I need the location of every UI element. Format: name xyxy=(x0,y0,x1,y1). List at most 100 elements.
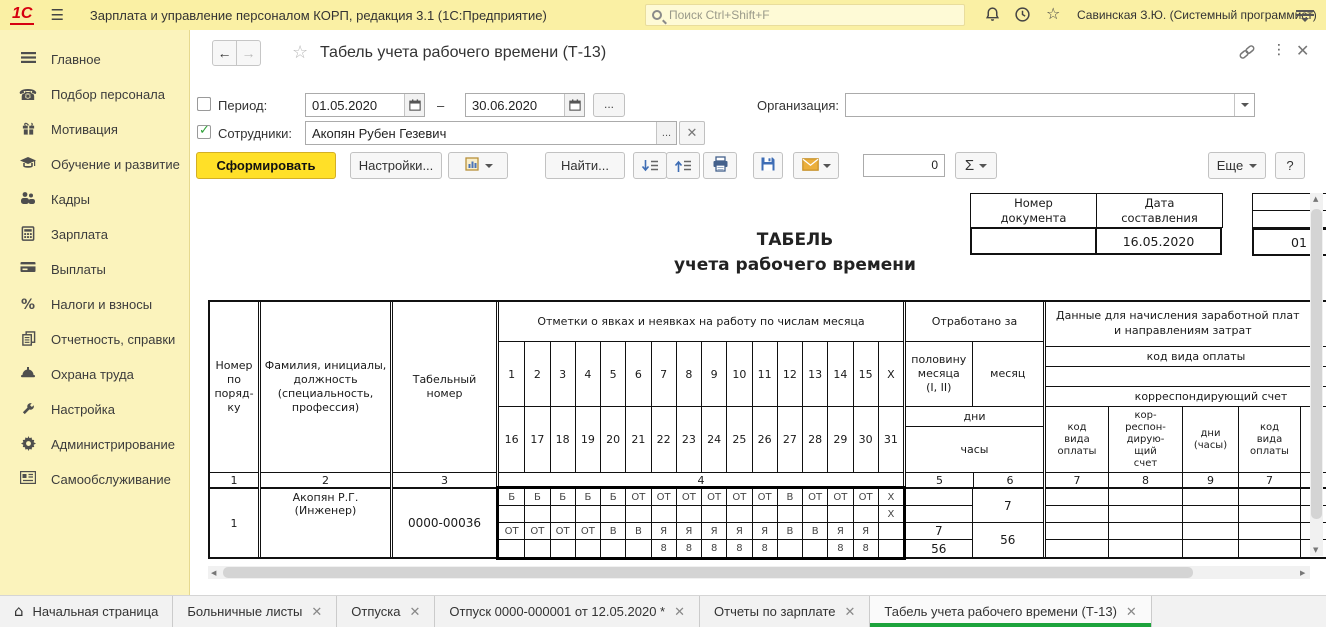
hours-cell[interactable]: 8 xyxy=(726,540,751,557)
column-index-cell[interactable]: 2 xyxy=(261,473,390,487)
chevron-down-icon[interactable] xyxy=(1234,94,1254,116)
sidebar-item-labor-safety[interactable]: Охрана труда xyxy=(0,357,189,392)
autosum-field[interactable]: 0 xyxy=(863,154,945,177)
tab-close-icon[interactable]: ✕ xyxy=(311,604,322,620)
attendance-mark-cell[interactable]: ОТ xyxy=(676,489,701,505)
attendance-mark-cell[interactable]: Б xyxy=(524,489,549,505)
calendar-icon[interactable] xyxy=(564,94,584,116)
day-number-cell[interactable]: 1 xyxy=(499,342,524,406)
generate-button[interactable]: Сформировать xyxy=(196,152,336,179)
hours-cell[interactable] xyxy=(575,540,600,557)
employees-value[interactable]: Акопян Рубен Гезевич xyxy=(306,126,656,141)
pay-data-cell[interactable] xyxy=(1183,489,1238,506)
doc-date-value-cell[interactable]: 16.05.2020 xyxy=(1095,227,1222,255)
hours-cell[interactable] xyxy=(827,506,852,522)
doc-number-header-cell[interactable]: Номер документа xyxy=(970,193,1097,228)
organization-checkbox[interactable] xyxy=(197,97,211,111)
worked-month-header-cell[interactable]: месяц xyxy=(972,342,1043,406)
day-number-cell[interactable]: 2 xyxy=(524,342,549,406)
help-button[interactable]: ? xyxy=(1275,152,1305,179)
pay-data-cell[interactable] xyxy=(1046,506,1108,523)
hours-cell[interactable] xyxy=(524,540,549,557)
tab-home[interactable]: ⌂ Начальная страница xyxy=(0,596,173,627)
favorites-star-icon[interactable]: ☆ xyxy=(1046,4,1064,22)
pay-account-label-cell[interactable]: корреспондирующий счет xyxy=(1046,387,1326,407)
days-label-cell[interactable]: дни xyxy=(906,407,1043,427)
attendance-mark-cell[interactable]: Я xyxy=(827,523,852,539)
employees-more-button[interactable]: ... xyxy=(656,122,676,144)
attendance-mark-cell[interactable]: ОТ xyxy=(726,489,751,505)
pay-blank-cell[interactable] xyxy=(1046,367,1326,387)
hours-cell[interactable] xyxy=(524,506,549,522)
attendance-mark-cell[interactable]: ОТ xyxy=(575,523,600,539)
half1-hours-cell[interactable] xyxy=(906,506,972,523)
hours-cell[interactable] xyxy=(726,506,751,522)
autosum-button[interactable]: Σ xyxy=(955,152,997,179)
day-number-cell[interactable]: 12 xyxy=(777,342,802,406)
tab-close-icon[interactable]: ✕ xyxy=(674,604,685,620)
half2-days-cell[interactable]: 7 xyxy=(906,523,972,540)
col1-header-cell[interactable]: Номер по поряд- ку xyxy=(210,302,258,472)
kebab-menu-icon[interactable]: ⋮ xyxy=(1272,42,1286,58)
day-number-cell[interactable]: 29 xyxy=(827,407,852,472)
column-index-cell[interactable]: 6 xyxy=(973,473,1046,487)
employees-checkbox[interactable] xyxy=(197,125,211,139)
day-number-cell[interactable]: 22 xyxy=(651,407,676,472)
personnel-number-cell[interactable]: 0000-00036 xyxy=(393,489,496,557)
attendance-mark-cell[interactable]: Я xyxy=(651,523,676,539)
col3-header-cell[interactable]: Табельный номер xyxy=(393,302,496,472)
hours-cell[interactable] xyxy=(878,540,903,557)
row-number-cell[interactable]: 1 xyxy=(210,489,258,557)
hours-cell[interactable]: X xyxy=(878,506,903,522)
tab-close-icon[interactable]: ✕ xyxy=(1126,604,1137,620)
attendance-mark-cell[interactable]: ОТ xyxy=(651,489,676,505)
attendance-mark-cell[interactable]: Я xyxy=(752,523,777,539)
pay-data-cell[interactable] xyxy=(1239,540,1300,557)
attendance-mark-cell[interactable]: Б xyxy=(575,489,600,505)
hours-cell[interactable]: 8 xyxy=(651,540,676,557)
sidebar-item-motivation[interactable]: Мотивация xyxy=(0,112,189,147)
day-number-cell[interactable]: 31 xyxy=(878,407,903,472)
attendance-mark-cell[interactable]: ОТ xyxy=(701,489,726,505)
col2-header-cell[interactable]: Фамилия, инициалы, должность (специально… xyxy=(261,302,390,472)
sidebar-item-payments[interactable]: Выплаты xyxy=(0,252,189,287)
month-hours-cell[interactable]: 56 xyxy=(973,523,1043,557)
history-icon[interactable] xyxy=(1014,6,1032,24)
doc-date-header-cell[interactable]: Дата составления xyxy=(1096,193,1223,228)
settings-button[interactable]: Настройки... xyxy=(350,152,442,179)
scroll-left-icon[interactable]: ◀ xyxy=(211,569,216,577)
sidebar-item-taxes[interactable]: % Налоги и взносы xyxy=(0,287,189,322)
attendance-mark-cell[interactable]: В xyxy=(802,523,827,539)
link-icon[interactable] xyxy=(1238,44,1256,65)
day-number-cell[interactable]: 13 xyxy=(802,342,827,406)
half2-hours-cell[interactable]: 56 xyxy=(906,540,972,557)
hours-cell[interactable] xyxy=(625,540,650,557)
attendance-mark-cell[interactable]: Я xyxy=(726,523,751,539)
notifications-bell-icon[interactable] xyxy=(984,6,1002,24)
tab-close-icon[interactable]: ✕ xyxy=(845,604,856,620)
attendance-mark-cell[interactable]: Б xyxy=(550,489,575,505)
hours-cell[interactable] xyxy=(802,540,827,557)
hours-cell[interactable] xyxy=(550,540,575,557)
period-more-button[interactable]: ... xyxy=(593,93,625,117)
attendance-mark-cell[interactable]: ОТ xyxy=(499,523,524,539)
hours-cell[interactable] xyxy=(600,506,625,522)
tab-vacation-document[interactable]: Отпуск 0000-000001 от 12.05.2020 * ✕ xyxy=(435,596,700,627)
day-number-cell[interactable]: 21 xyxy=(625,407,650,472)
close-icon[interactable]: ✕ xyxy=(1296,41,1309,61)
print-button[interactable] xyxy=(703,152,737,179)
attendance-mark-cell[interactable]: ОТ xyxy=(625,489,650,505)
pay-column-header-cell[interactable]: код вида оплаты xyxy=(1238,407,1300,472)
hours-cell[interactable] xyxy=(676,506,701,522)
half1-days-cell[interactable] xyxy=(906,489,972,506)
column-index-cell[interactable]: 1 xyxy=(210,473,258,487)
scroll-down-icon[interactable]: ▼ xyxy=(1313,546,1318,554)
day-number-cell[interactable]: 16 xyxy=(499,407,524,472)
pay-data-cell[interactable] xyxy=(1109,540,1182,557)
hours-cell[interactable]: 8 xyxy=(853,540,878,557)
horizontal-scrollbar[interactable]: ◀ ▶ xyxy=(208,566,1310,579)
day-number-cell[interactable]: X xyxy=(878,342,903,406)
hours-cell[interactable]: 8 xyxy=(827,540,852,557)
day-number-cell[interactable]: 5 xyxy=(600,342,625,406)
sidebar-item-training[interactable]: Обучение и развитие xyxy=(0,147,189,182)
